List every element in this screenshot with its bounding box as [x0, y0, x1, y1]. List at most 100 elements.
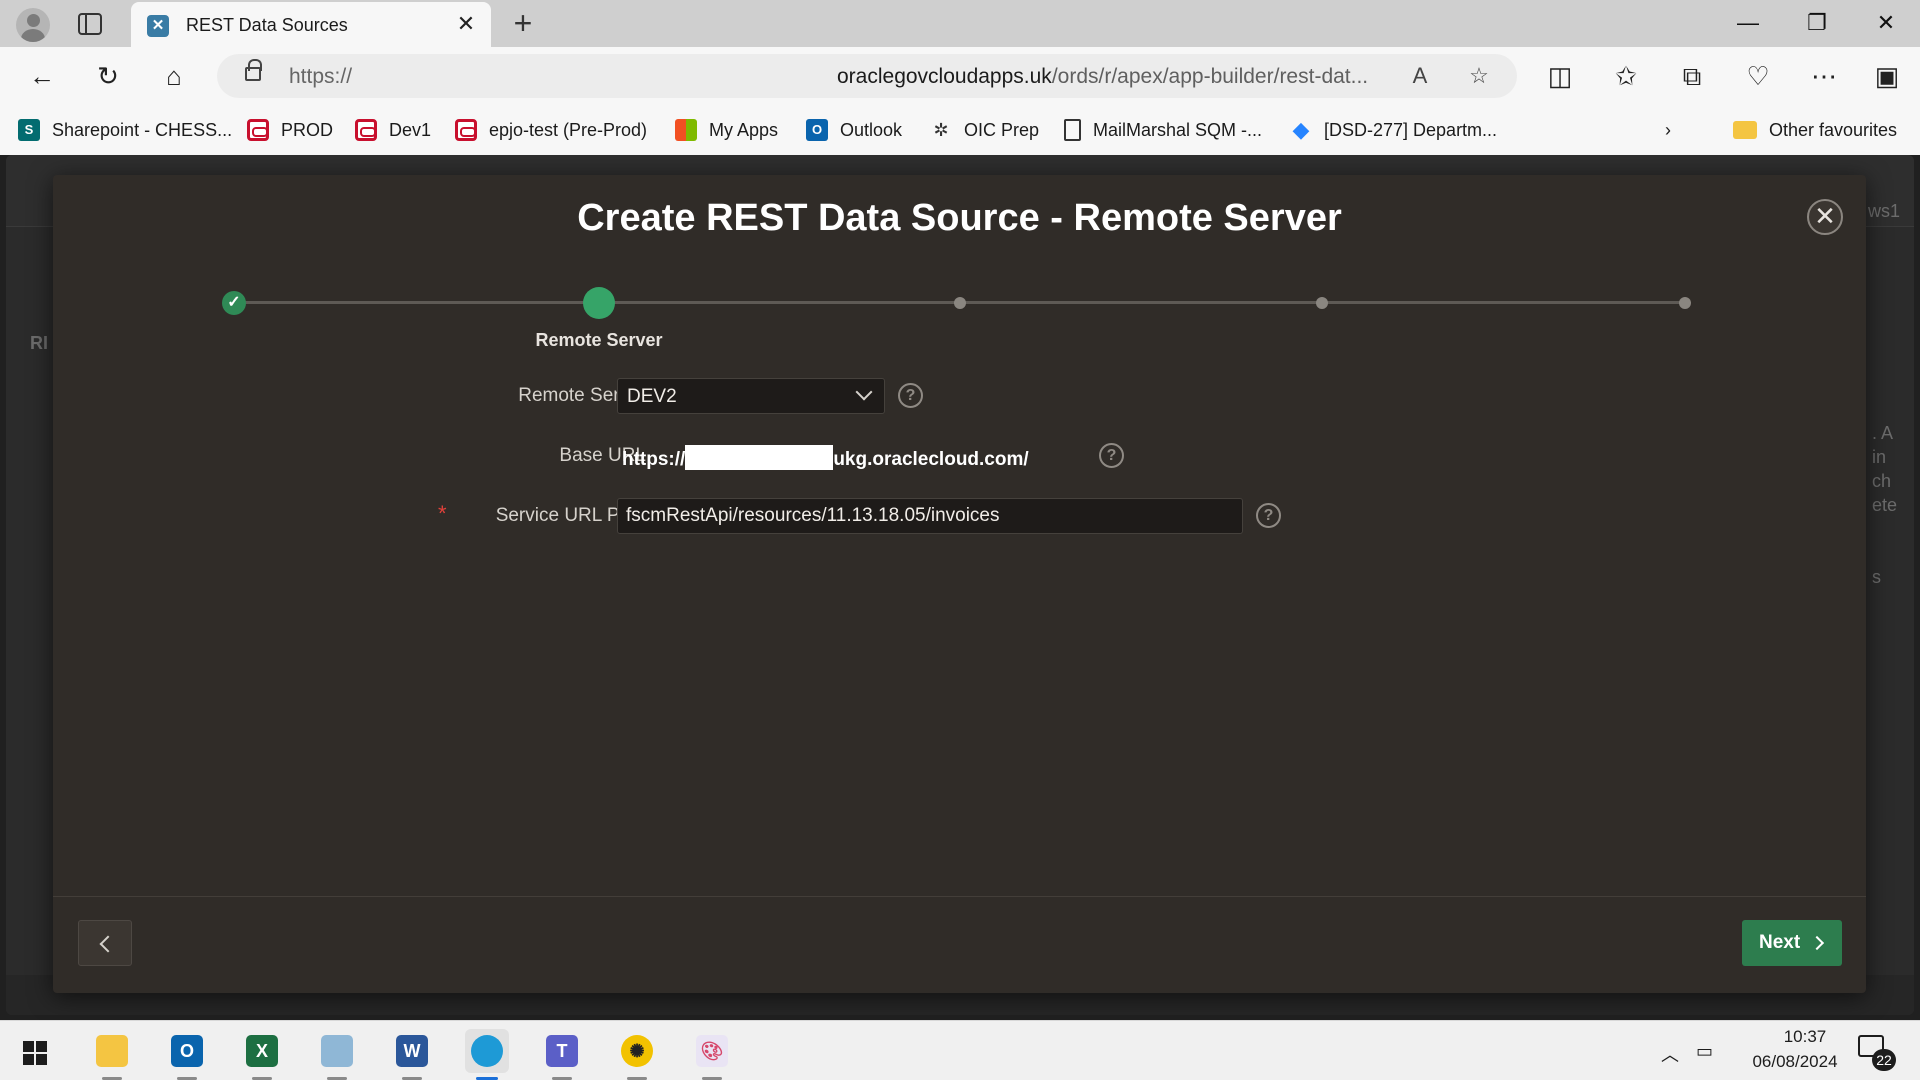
remote-server-value: DEV2 — [627, 386, 677, 407]
tray-overflow-chevron-icon[interactable]: ︿ — [1661, 1041, 1679, 1067]
redacted-block — [685, 445, 834, 470]
service-url-path-input[interactable] — [617, 498, 1243, 534]
side-text-fragment: . A — [1872, 423, 1894, 443]
window-close-button[interactable]: ✕ — [1866, 6, 1906, 40]
apex-favicon-icon: ✕ — [147, 15, 169, 37]
browser-essentials-icon[interactable]: ♡ — [1743, 61, 1773, 91]
base-url-value: https:// ukg.oraclecloud.com/ — [622, 445, 1029, 471]
previous-button[interactable] — [78, 920, 132, 966]
read-aloud-icon[interactable]: A — [1406, 62, 1434, 90]
restore-button[interactable]: ❐ — [1797, 6, 1837, 40]
document-icon — [1064, 119, 1081, 141]
clock-time[interactable]: 10:37 — [1760, 1027, 1850, 1047]
favorite-other-favourites[interactable]: Other favourites — [1733, 117, 1897, 143]
chatgpt-icon: ✺ — [621, 1035, 653, 1067]
back-arrow-icon[interactable]: ← — [27, 61, 57, 91]
favorite-label: Outlook — [840, 119, 903, 140]
windows-start-icon[interactable] — [23, 1041, 47, 1065]
paint-taskbar-icon[interactable]: 🎨︎ — [690, 1029, 734, 1080]
refresh-icon[interactable]: ↻ — [93, 61, 123, 91]
more-menu-icon[interactable]: ⋯ — [1809, 61, 1839, 91]
base-url-prefix: https:// — [622, 449, 686, 470]
word-icon: W — [396, 1035, 428, 1067]
edge-taskbar-icon[interactable] — [465, 1029, 509, 1080]
oracle-icon — [455, 119, 477, 141]
outlook-icon: O — [806, 119, 828, 141]
windows-taskbar: O X W T ✺ 🎨︎ ︿ ▭ 10:37 06/08/2024 22 — [0, 1020, 1920, 1080]
minimize-button[interactable]: — — [1728, 6, 1768, 40]
outlook-taskbar-icon[interactable]: O — [165, 1029, 209, 1080]
wizard-step-4 — [1316, 297, 1328, 309]
favorite-epjo-test[interactable]: epjo-test (Pre-Prod) — [455, 117, 647, 143]
word-taskbar-icon[interactable]: W — [390, 1029, 434, 1080]
remote-server-help-icon[interactable]: ? — [898, 383, 923, 408]
folder-icon — [96, 1035, 128, 1067]
clock-date[interactable]: 06/08/2024 — [1735, 1052, 1855, 1072]
favorite-mailmarshal[interactable]: MailMarshal SQM -... — [1064, 117, 1262, 143]
url-host: oraclegovcloudapps.uk — [837, 65, 1052, 88]
favorites-overflow-chevron-icon[interactable]: › — [1665, 117, 1671, 143]
tab-close-icon[interactable]: ✕ — [453, 11, 479, 37]
favorite-dev1[interactable]: Dev1 — [355, 117, 431, 143]
next-label: Next — [1759, 932, 1801, 953]
oracle-icon — [355, 119, 377, 141]
wizard-step-current — [583, 287, 615, 319]
favorite-label: Other favourites — [1769, 119, 1898, 140]
base-url-help-icon[interactable]: ? — [1099, 443, 1124, 468]
battery-icon[interactable]: ▭ — [1696, 1041, 1713, 1062]
favorite-outlook[interactable]: O Outlook — [806, 117, 902, 143]
favorites-icon[interactable]: ✩ — [1611, 61, 1641, 91]
side-text-fragment: in — [1872, 447, 1887, 467]
microsoft-icon — [675, 119, 697, 141]
notepad-taskbar-icon[interactable] — [315, 1029, 359, 1080]
wizard-step-5 — [1679, 297, 1691, 309]
required-asterisk: * — [438, 501, 447, 526]
favorite-my-apps[interactable]: My Apps — [675, 117, 778, 143]
dialog-close-icon[interactable]: ✕ — [1807, 199, 1843, 235]
file-explorer-taskbar-icon[interactable] — [90, 1029, 134, 1080]
favorite-prod[interactable]: PROD — [247, 117, 333, 143]
notification-count-badge: 22 — [1872, 1049, 1896, 1071]
split-screen-icon[interactable]: ◫ — [1545, 61, 1575, 91]
favorite-label: epjo-test (Pre-Prod) — [489, 119, 648, 140]
url-protocol: https:// — [289, 65, 353, 88]
favorite-oic-prep[interactable]: ✲ OIC Prep — [930, 117, 1039, 143]
teams-taskbar-icon[interactable]: T — [540, 1029, 584, 1080]
lock-icon[interactable] — [245, 59, 262, 81]
base-url-suffix: ukg.oraclecloud.com/ — [833, 449, 1029, 470]
sidebar-toggle-icon[interactable]: ▣ — [1872, 61, 1902, 91]
address-bar[interactable]: https:// oraclegovcloudapps.uk/ords/r/ap… — [217, 54, 1517, 98]
jira-icon: ◆ — [1292, 117, 1310, 142]
excel-icon: X — [246, 1035, 278, 1067]
favorite-label: [DSD-277] Departm... — [1324, 119, 1498, 140]
teams-icon: T — [546, 1035, 578, 1067]
chatgpt-taskbar-icon[interactable]: ✺ — [615, 1029, 659, 1080]
browser-tab-active[interactable]: ✕ REST Data Sources ✕ — [131, 2, 491, 47]
excel-taskbar-icon[interactable]: X — [240, 1029, 284, 1080]
folder-icon — [1733, 121, 1757, 139]
remote-server-select[interactable]: DEV2 — [617, 378, 885, 414]
wizard-current-step-label: Remote Server — [535, 330, 663, 350]
left-fragment: RI — [30, 333, 48, 353]
side-text-fragment: ete — [1872, 495, 1898, 515]
header-username-fragment: ws1 — [1868, 201, 1901, 221]
edge-icon — [471, 1035, 503, 1067]
profile-avatar-icon[interactable] — [16, 8, 50, 42]
side-text-fragment: s — [1872, 567, 1881, 587]
tab-actions-icon[interactable] — [78, 13, 102, 35]
next-button[interactable]: Next — [1742, 920, 1842, 966]
favorite-sharepoint[interactable]: S Sharepoint - CHESS... — [18, 117, 232, 143]
new-tab-button[interactable]: + — [508, 7, 538, 39]
home-icon[interactable]: ⌂ — [159, 61, 189, 91]
favorite-label: MailMarshal SQM -... — [1093, 119, 1263, 140]
collections-icon[interactable]: ⧉ — [1677, 61, 1707, 91]
dialog-footer-divider — [53, 896, 1866, 897]
service-url-path-help-icon[interactable]: ? — [1256, 503, 1281, 528]
dialog-title: Create REST Data Source - Remote Server — [577, 197, 1342, 239]
side-text-fragment: ch — [1872, 471, 1892, 491]
favorite-dsd-277[interactable]: ◆ [DSD-277] Departm... — [1290, 117, 1498, 143]
favorite-star-icon[interactable]: ☆ — [1465, 62, 1493, 90]
favorite-label: Dev1 — [389, 119, 432, 140]
wizard-step-3 — [954, 297, 966, 309]
browser-tab-strip: ✕ REST Data Sources ✕ + — ❐ ✕ — [0, 0, 1920, 47]
